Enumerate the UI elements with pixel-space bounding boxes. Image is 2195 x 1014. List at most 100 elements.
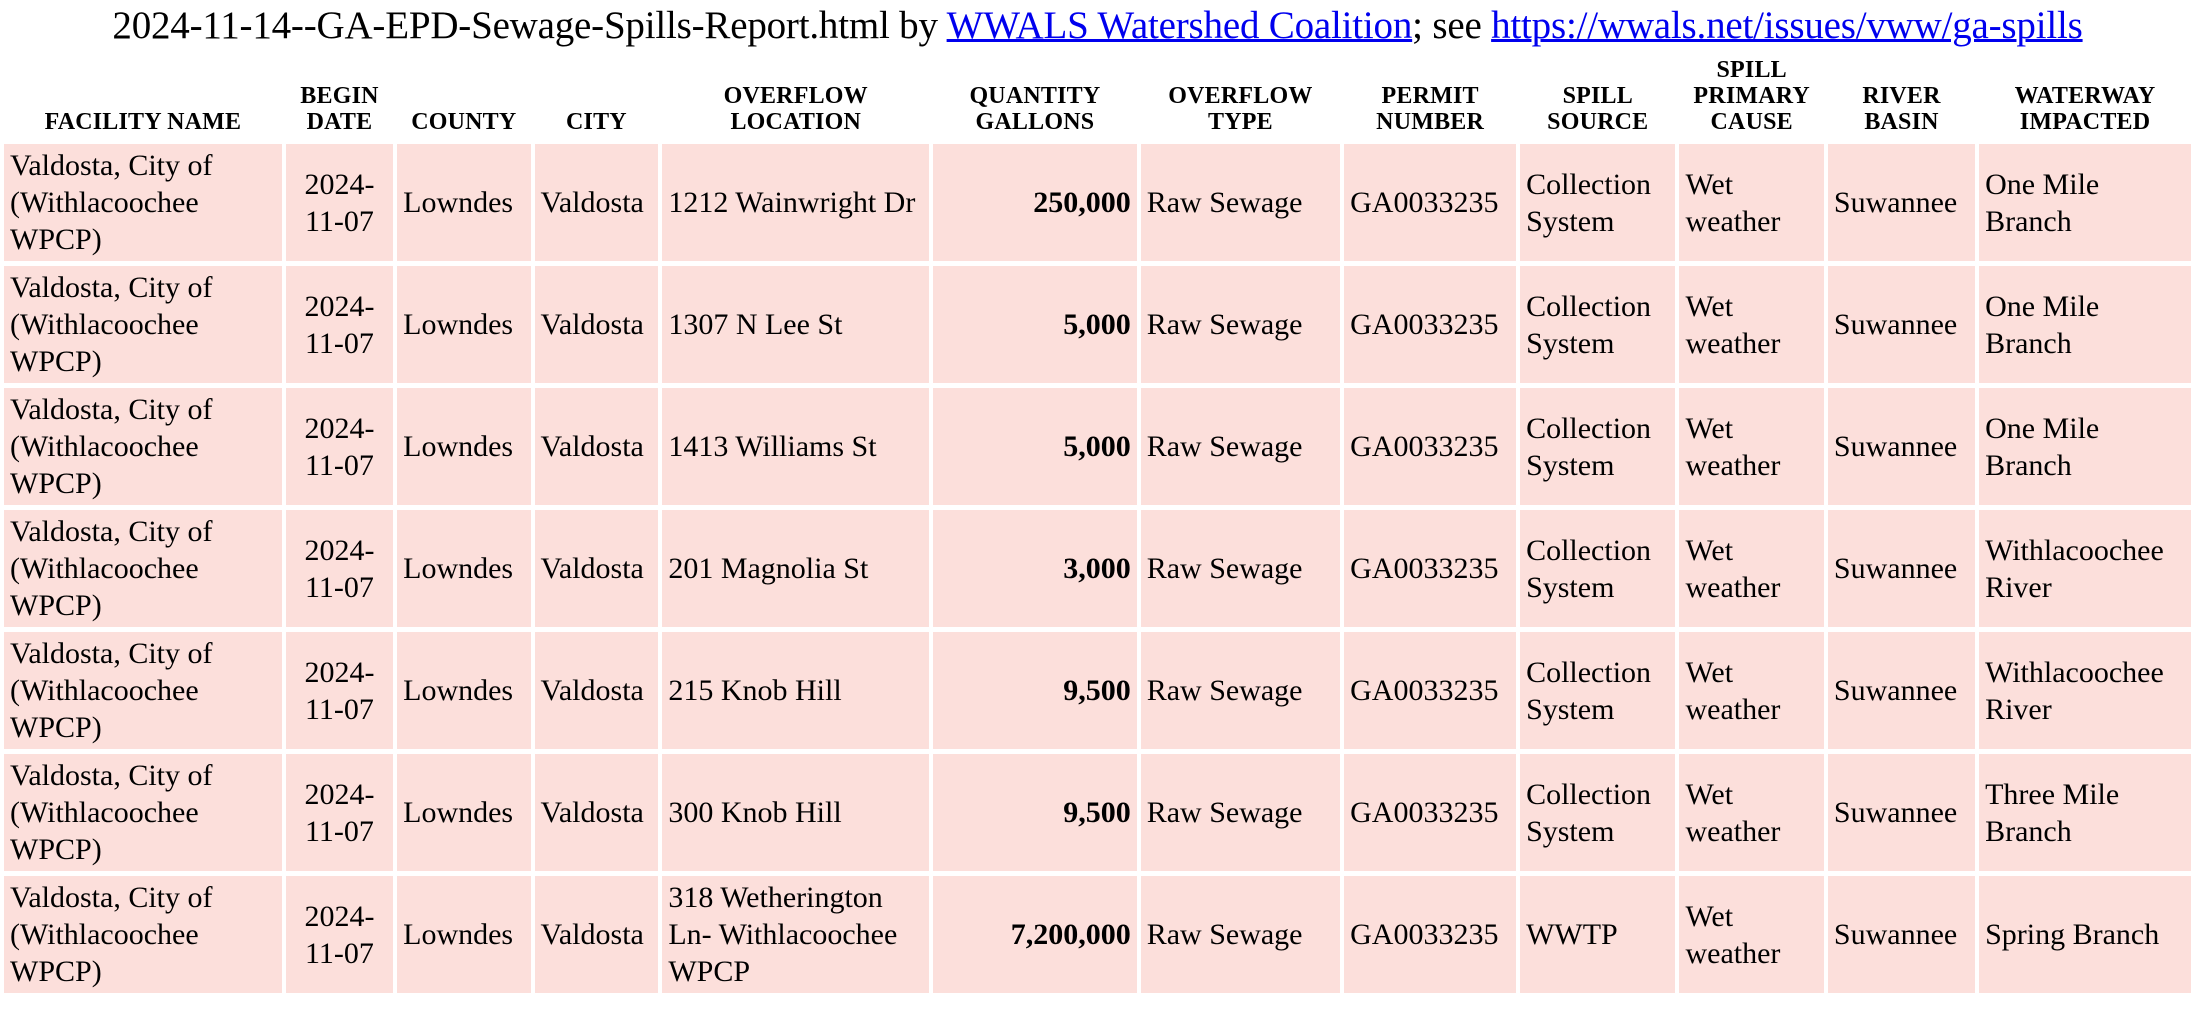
cell-county: Lowndes (397, 632, 531, 749)
column-header-spill-primary-cause: SPILL PRIMARY CAUSE (1679, 57, 1824, 139)
cell-begin-date: 2024-11-07 (285, 388, 394, 505)
cell-quantity-gallons: 5,000 (933, 266, 1137, 383)
table-header-row: FACILITY NAME BEGIN DATE COUNTY CITY OVE… (4, 57, 2191, 139)
page-title-middle: ; see (1412, 4, 1492, 47)
cell-county: Lowndes (397, 144, 531, 261)
cell-spill-primary-cause: Wet weather (1679, 388, 1824, 505)
cell-spill-primary-cause: Wet weather (1679, 632, 1824, 749)
cell-permit-number: GA0033235 (1344, 754, 1517, 871)
cell-spill-primary-cause: Wet weather (1679, 266, 1824, 383)
table-row: Valdosta, City of (Withlacoochee WPCP) 2… (4, 632, 2191, 749)
column-header-waterway-impacted: WATERWAY IMPACTED (1979, 57, 2191, 139)
cell-facility-name: Valdosta, City of (Withlacoochee WPCP) (4, 754, 282, 871)
cell-begin-date: 2024-11-07 (285, 876, 394, 993)
table-row: Valdosta, City of (Withlacoochee WPCP) 2… (4, 266, 2191, 383)
table-body: Valdosta, City of (Withlacoochee WPCP) 2… (4, 144, 2191, 993)
cell-spill-source: Collection System (1520, 754, 1676, 871)
cell-river-basin: Suwannee (1827, 266, 1976, 383)
cell-quantity-gallons: 9,500 (933, 632, 1137, 749)
column-header-river-basin: RIVER BASIN (1827, 57, 1976, 139)
cell-overflow-type: Raw Sewage (1140, 754, 1341, 871)
cell-spill-primary-cause: Wet weather (1679, 876, 1824, 993)
cell-waterway-impacted: Withlacoochee River (1979, 510, 2191, 627)
cell-quantity-gallons: 9,500 (933, 754, 1137, 871)
cell-quantity-gallons: 7,200,000 (933, 876, 1137, 993)
cell-overflow-location: 201 Magnolia St (662, 510, 930, 627)
cell-facility-name: Valdosta, City of (Withlacoochee WPCP) (4, 876, 282, 993)
column-header-county: COUNTY (397, 57, 531, 139)
wwals-organization-link[interactable]: WWALS Watershed Coalition (947, 4, 1413, 47)
cell-city: Valdosta (534, 754, 659, 871)
column-header-spill-source: SPILL SOURCE (1520, 57, 1676, 139)
cell-permit-number: GA0033235 (1344, 266, 1517, 383)
cell-facility-name: Valdosta, City of (Withlacoochee WPCP) (4, 388, 282, 505)
cell-river-basin: Suwannee (1827, 510, 1976, 627)
table-row: Valdosta, City of (Withlacoochee WPCP) 2… (4, 388, 2191, 505)
cell-overflow-location: 1212 Wainwright Dr (662, 144, 930, 261)
cell-city: Valdosta (534, 876, 659, 993)
cell-quantity-gallons: 250,000 (933, 144, 1137, 261)
cell-spill-source: Collection System (1520, 144, 1676, 261)
cell-city: Valdosta (534, 632, 659, 749)
cell-quantity-gallons: 3,000 (933, 510, 1137, 627)
column-header-overflow-type: OVERFLOW TYPE (1140, 57, 1341, 139)
cell-city: Valdosta (534, 266, 659, 383)
cell-overflow-location: 215 Knob Hill (662, 632, 930, 749)
cell-waterway-impacted: Withlacoochee River (1979, 632, 2191, 749)
column-header-city: CITY (534, 57, 659, 139)
cell-overflow-type: Raw Sewage (1140, 876, 1341, 993)
cell-permit-number: GA0033235 (1344, 632, 1517, 749)
cell-overflow-type: Raw Sewage (1140, 510, 1341, 627)
cell-permit-number: GA0033235 (1344, 388, 1517, 505)
cell-river-basin: Suwannee (1827, 144, 1976, 261)
cell-facility-name: Valdosta, City of (Withlacoochee WPCP) (4, 632, 282, 749)
cell-river-basin: Suwannee (1827, 632, 1976, 749)
sewage-spills-table: FACILITY NAME BEGIN DATE COUNTY CITY OVE… (0, 52, 2195, 998)
column-header-permit-number: PERMIT NUMBER (1344, 57, 1517, 139)
cell-waterway-impacted: Spring Branch (1979, 876, 2191, 993)
page-title-prefix: 2024-11-14--GA-EPD-Sewage-Spills-Report.… (112, 4, 947, 47)
column-header-quantity-gallons: QUANTITY GALLONS (933, 57, 1137, 139)
cell-spill-primary-cause: Wet weather (1679, 510, 1824, 627)
cell-permit-number: GA0033235 (1344, 876, 1517, 993)
page-title: 2024-11-14--GA-EPD-Sewage-Spills-Report.… (0, 0, 2195, 50)
cell-city: Valdosta (534, 144, 659, 261)
cell-waterway-impacted: One Mile Branch (1979, 388, 2191, 505)
cell-begin-date: 2024-11-07 (285, 144, 394, 261)
table-row: Valdosta, City of (Withlacoochee WPCP) 2… (4, 510, 2191, 627)
cell-river-basin: Suwannee (1827, 754, 1976, 871)
cell-river-basin: Suwannee (1827, 388, 1976, 505)
column-header-begin-date: BEGIN DATE (285, 57, 394, 139)
cell-overflow-type: Raw Sewage (1140, 144, 1341, 261)
cell-begin-date: 2024-11-07 (285, 510, 394, 627)
cell-overflow-location: 300 Knob Hill (662, 754, 930, 871)
column-header-facility-name: FACILITY NAME (4, 57, 282, 139)
cell-permit-number: GA0033235 (1344, 510, 1517, 627)
cell-overflow-location: 1307 N Lee St (662, 266, 930, 383)
cell-county: Lowndes (397, 754, 531, 871)
cell-county: Lowndes (397, 876, 531, 993)
cell-facility-name: Valdosta, City of (Withlacoochee WPCP) (4, 510, 282, 627)
cell-overflow-type: Raw Sewage (1140, 388, 1341, 505)
cell-overflow-type: Raw Sewage (1140, 632, 1341, 749)
cell-county: Lowndes (397, 266, 531, 383)
column-header-overflow-location: OVERFLOW LOCATION (662, 57, 930, 139)
table-row: Valdosta, City of (Withlacoochee WPCP) 2… (4, 876, 2191, 993)
cell-spill-primary-cause: Wet weather (1679, 144, 1824, 261)
cell-spill-source: Collection System (1520, 632, 1676, 749)
cell-begin-date: 2024-11-07 (285, 266, 394, 383)
cell-spill-source: Collection System (1520, 266, 1676, 383)
cell-overflow-location: 318 Wetherington Ln- Withlacoochee WPCP (662, 876, 930, 993)
cell-waterway-impacted: One Mile Branch (1979, 266, 2191, 383)
ga-spills-url-link[interactable]: https://wwals.net/issues/vww/ga-spills (1491, 4, 2083, 47)
table-header: FACILITY NAME BEGIN DATE COUNTY CITY OVE… (4, 57, 2191, 139)
cell-city: Valdosta (534, 510, 659, 627)
cell-waterway-impacted: Three Mile Branch (1979, 754, 2191, 871)
cell-county: Lowndes (397, 388, 531, 505)
table-row: Valdosta, City of (Withlacoochee WPCP) 2… (4, 144, 2191, 261)
table-row: Valdosta, City of (Withlacoochee WPCP) 2… (4, 754, 2191, 871)
cell-spill-primary-cause: Wet weather (1679, 754, 1824, 871)
cell-spill-source: Collection System (1520, 388, 1676, 505)
cell-permit-number: GA0033235 (1344, 144, 1517, 261)
cell-spill-source: WWTP (1520, 876, 1676, 993)
